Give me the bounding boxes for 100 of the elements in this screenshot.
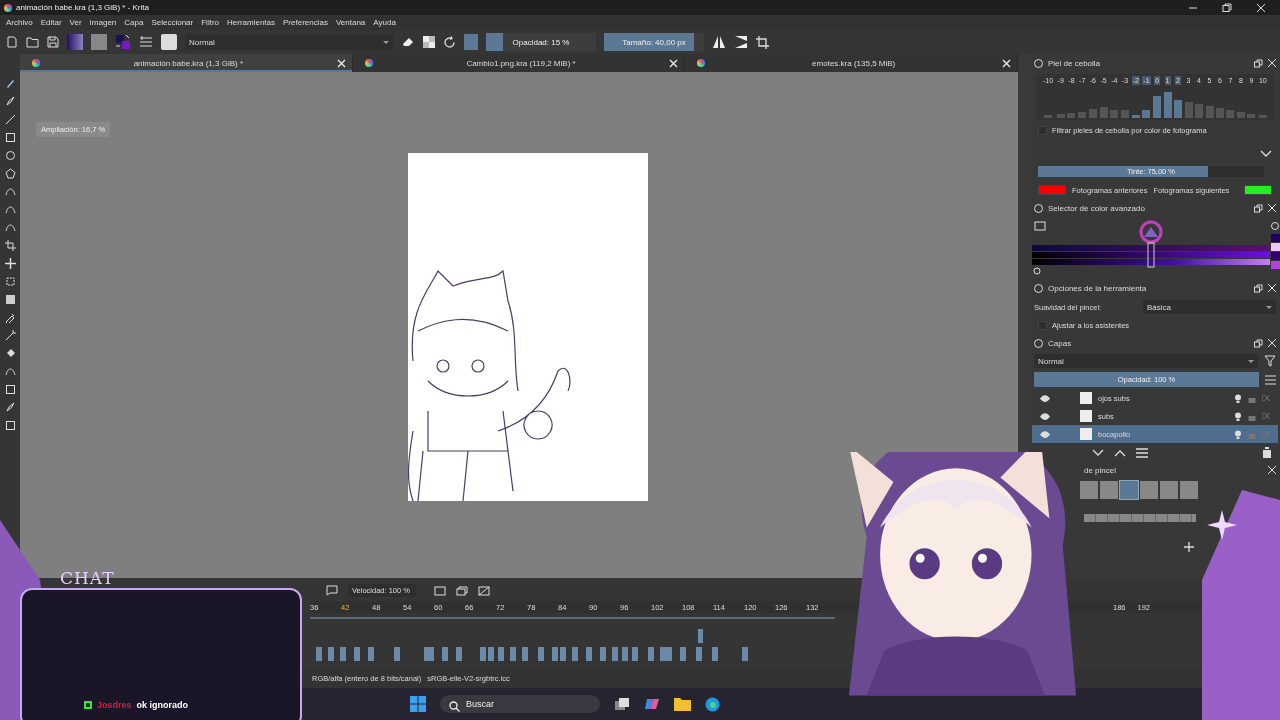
list-settings-icon[interactable] <box>139 36 153 48</box>
frame-icon[interactable] <box>434 585 446 596</box>
size-value: Tamaño: 40,00 px <box>622 37 686 47</box>
size-slider[interactable]: Tamaño: 40,00 px <box>604 33 704 51</box>
task-view-icon[interactable] <box>614 697 630 711</box>
wand-icon[interactable] <box>4 330 16 341</box>
document-tab[interactable]: Cambio1.png.kra (119,2 MiB) * <box>352 54 686 72</box>
filter-icon[interactable] <box>1264 355 1276 367</box>
close-icon[interactable] <box>1256 2 1266 13</box>
float-icon[interactable] <box>1254 338 1263 348</box>
lightbulb-icon[interactable] <box>1234 429 1242 439</box>
chevron-down-icon[interactable] <box>1092 448 1104 457</box>
properties-icon[interactable] <box>1136 447 1148 458</box>
menu-item[interactable]: Herramientas <box>227 18 276 27</box>
menu-item[interactable]: Ayuda <box>373 18 396 27</box>
float-icon[interactable] <box>1254 283 1263 293</box>
mirror-horizontal-icon[interactable] <box>712 35 726 49</box>
line-icon[interactable] <box>4 114 16 125</box>
close-icon[interactable] <box>1268 339 1276 347</box>
next-frames-color[interactable] <box>1244 185 1272 195</box>
trash-icon[interactable] <box>1262 447 1272 458</box>
layer-thumbnail <box>1080 410 1092 422</box>
menu-item[interactable]: Filtro <box>201 18 219 27</box>
color-swatch[interactable] <box>464 34 478 50</box>
pattern-swatch[interactable] <box>91 34 107 50</box>
menu-icon[interactable] <box>1265 374 1276 385</box>
close-icon[interactable] <box>1268 466 1276 474</box>
save-icon[interactable] <box>47 36 59 48</box>
menu-item[interactable]: Ver <box>69 18 82 27</box>
duplicate-frame-icon[interactable] <box>456 585 468 596</box>
lightbulb-icon[interactable] <box>1234 393 1242 403</box>
float-icon[interactable] <box>1254 58 1263 68</box>
rect-icon[interactable] <box>4 384 16 395</box>
brush-icon[interactable] <box>4 78 16 89</box>
picker-icon[interactable] <box>4 312 16 323</box>
mirror-vertical-icon[interactable] <box>734 35 748 49</box>
onion-opacity-bar[interactable] <box>1142 110 1151 118</box>
remove-frame-icon[interactable] <box>478 585 490 596</box>
close-icon[interactable] <box>1268 204 1276 212</box>
onion-opacity-bar[interactable] <box>1131 115 1140 118</box>
close-icon[interactable] <box>1268 59 1276 67</box>
lightbulb-icon[interactable] <box>1234 411 1242 421</box>
gradient-swatch[interactable] <box>67 34 83 50</box>
taskbar-search-field[interactable]: Buscar <box>440 695 600 713</box>
restore-icon[interactable] <box>1222 2 1232 13</box>
close-icon[interactable] <box>669 58 679 68</box>
folder-icon[interactable] <box>26 36 39 48</box>
add-icon[interactable] <box>1184 542 1194 552</box>
app-logo-icon <box>364 59 373 67</box>
comment-icon[interactable] <box>326 585 338 596</box>
float-icon[interactable] <box>1254 203 1263 213</box>
menu-item[interactable]: Archivo <box>6 18 33 27</box>
panel-title: Piel de cebolla <box>1048 58 1101 68</box>
windows-start-icon[interactable] <box>410 696 426 712</box>
color-history-strip[interactable] <box>1084 514 1196 522</box>
close-icon[interactable] <box>1002 58 1011 68</box>
menu-item[interactable]: Capa <box>124 18 144 27</box>
panel-title: Opciones de la herramienta <box>1048 283 1147 293</box>
onion-opacity-bar[interactable] <box>1153 96 1162 118</box>
crop-icon[interactable] <box>4 240 16 251</box>
document-tab[interactable]: animación babe.kra (1,3 GiB) * <box>20 54 353 72</box>
panel-title: Capas <box>1048 338 1072 348</box>
menu-item[interactable]: Seleccionar <box>151 18 194 27</box>
move-icon[interactable] <box>4 258 16 269</box>
caret-icon <box>1248 359 1254 363</box>
close-icon[interactable] <box>336 58 346 68</box>
folder-icon[interactable] <box>674 697 691 711</box>
bezier-icon[interactable] <box>4 222 16 233</box>
color-selector-drawing[interactable] <box>1032 219 1280 277</box>
chevron-up-icon[interactable] <box>1114 448 1126 457</box>
reload-icon[interactable] <box>443 35 456 49</box>
pen-icon[interactable] <box>4 402 16 413</box>
checkerboard-icon[interactable] <box>423 36 435 48</box>
rect-icon[interactable] <box>4 420 16 431</box>
crop-icon[interactable] <box>756 35 769 49</box>
layer-blend-dropdown[interactable]: Normal <box>1034 354 1258 368</box>
document-tab[interactable]: emotes.kra (135,5 MiB) <box>685 54 1018 72</box>
menu-item[interactable]: Imagen <box>89 18 117 27</box>
transform-icon[interactable] <box>4 276 16 287</box>
eraser-icon[interactable] <box>401 36 415 48</box>
opacity-value: Opacidad: 15 % <box>512 37 570 47</box>
color-swatches-icon[interactable] <box>115 34 131 50</box>
menu-item[interactable]: Editar <box>40 18 62 27</box>
blend-mode-dropdown[interactable]: Normal <box>185 34 393 50</box>
menu-item[interactable]: Ventana <box>335 18 366 27</box>
new-document-icon[interactable] <box>6 36 18 48</box>
app-logo-icon <box>4 3 12 12</box>
onion-opacity-bar[interactable] <box>1174 100 1183 118</box>
pen-icon[interactable] <box>4 96 16 107</box>
onion-opacity-bar[interactable] <box>1163 92 1172 118</box>
smoothing-dropdown[interactable]: Básica <box>1143 300 1276 314</box>
opacity-slider[interactable]: Opacidad: 15 % <box>486 33 596 51</box>
rect-icon[interactable] <box>4 132 16 143</box>
polygon-icon[interactable] <box>4 168 16 179</box>
menu-item[interactable]: Preferencias <box>283 18 328 27</box>
close-icon[interactable] <box>1268 284 1276 292</box>
ellipse-icon[interactable] <box>4 150 16 161</box>
chevron-down-icon[interactable] <box>1260 150 1272 158</box>
previous-frames-color[interactable] <box>1038 185 1066 195</box>
panel-title: Selector de color avanzado <box>1048 203 1145 213</box>
